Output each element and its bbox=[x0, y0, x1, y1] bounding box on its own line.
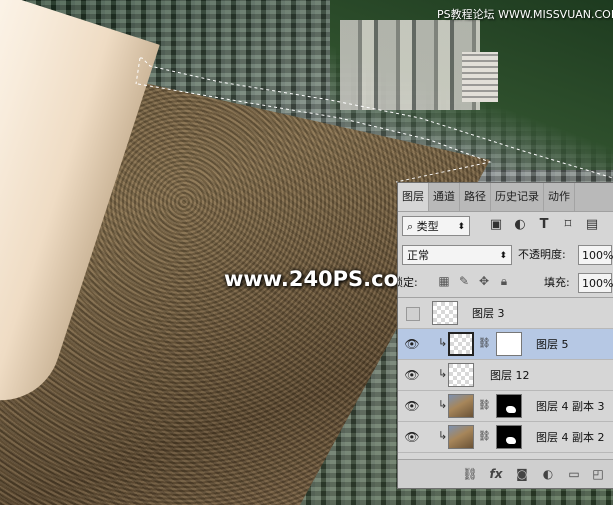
layers-list: 图层 3 👁︎ ↳ ⛓︎ 图层 5 👁︎ ↳ 图层 12 👁︎ ↳ ⛓︎ 图层 … bbox=[398, 297, 613, 456]
layer-name: 图层 5 bbox=[536, 338, 569, 351]
layer-mask-thumbnail bbox=[496, 332, 522, 356]
layer-row-selected[interactable]: 👁︎ ↳ ⛓︎ 图层 5 bbox=[398, 329, 613, 360]
layer-name: 图层 12 bbox=[490, 369, 530, 382]
tall-building bbox=[462, 52, 498, 102]
chain-link-icon[interactable]: ⛓︎ bbox=[478, 431, 491, 442]
chevron-down-icon: ⬍ bbox=[499, 251, 507, 261]
panel-tabs: 图层 通道 路径 历史记录 动作 bbox=[398, 183, 613, 212]
layer-mask-thumbnail bbox=[496, 425, 522, 449]
layer-thumbnail bbox=[432, 301, 458, 325]
layer-name: 图层 3 bbox=[472, 307, 505, 320]
adjustment-filter-icon[interactable]: ◐ bbox=[512, 217, 528, 233]
layer-row[interactable]: 👁︎ ↳ ⛓︎ 图层 4 副本 3 bbox=[398, 391, 613, 422]
eye-icon[interactable]: 👁︎ bbox=[404, 430, 420, 444]
visibility-toggle[interactable] bbox=[406, 307, 420, 321]
tab-paths[interactable]: 路径 bbox=[460, 183, 491, 211]
chain-link-icon[interactable]: ⛓︎ bbox=[478, 338, 491, 349]
layer-thumbnail bbox=[448, 363, 474, 387]
lock-all-icon[interactable]: 🔒︎ bbox=[496, 273, 512, 289]
mask-icon[interactable]: ◙ bbox=[514, 466, 530, 482]
layer-mask-thumbnail bbox=[496, 394, 522, 418]
blend-mode-select[interactable]: 正常 ⬍ bbox=[402, 245, 512, 265]
new-layer-icon[interactable]: ◰ bbox=[590, 466, 606, 482]
opacity-field[interactable]: 100% bbox=[578, 245, 613, 265]
type-filter-icon[interactable]: T bbox=[536, 217, 552, 233]
chevron-down-icon: ⬍ bbox=[457, 222, 465, 232]
clipping-arrow-icon: ↳ bbox=[438, 336, 448, 349]
lock-pixels-icon[interactable]: ✎ bbox=[456, 273, 472, 289]
adjustment-icon[interactable]: ◐ bbox=[540, 466, 556, 482]
tab-actions[interactable]: 动作 bbox=[544, 183, 575, 211]
lock-transparency-icon[interactable]: ▦ bbox=[436, 273, 452, 289]
shape-filter-icon[interactable]: ⌑ bbox=[560, 217, 576, 233]
layer-row[interactable]: 👁︎ ↳ 图层 12 bbox=[398, 360, 613, 391]
blend-opacity-row: 正常 ⬍ 不透明度: 100% bbox=[398, 243, 613, 267]
eye-icon[interactable]: 👁︎ bbox=[404, 337, 420, 351]
layer-thumbnail bbox=[448, 394, 474, 418]
search-icon: ⌕ bbox=[407, 220, 417, 233]
tab-channels[interactable]: 通道 bbox=[429, 183, 460, 211]
fx-icon[interactable]: fx bbox=[488, 466, 504, 482]
filter-row: ⌕ 类型 ⬍ ▣ ◐ T ⌑ ▤ bbox=[398, 214, 613, 238]
image-filter-icon[interactable]: ▣ bbox=[488, 217, 504, 233]
blend-mode-value: 正常 bbox=[407, 249, 429, 262]
opacity-label: 不透明度: bbox=[518, 248, 566, 261]
tab-layers[interactable]: 图层 bbox=[398, 183, 429, 211]
clipping-arrow-icon: ↳ bbox=[438, 367, 448, 380]
layer-row[interactable]: 👁︎ ↳ ⛓︎ 图层 4 副本 2 bbox=[398, 422, 613, 453]
layer-name: 图层 4 副本 3 bbox=[536, 400, 605, 413]
lock-fill-row: 锁定: ▦ ✎ ✥ 🔒︎ 填充: 100% bbox=[398, 271, 613, 295]
layer-name: 图层 4 副本 2 bbox=[536, 431, 605, 444]
tab-history[interactable]: 历史记录 bbox=[491, 183, 544, 211]
watermark-top: PS教程论坛 WWW.MISSVUAN.COM bbox=[437, 8, 613, 21]
eye-icon[interactable]: 👁︎ bbox=[404, 368, 420, 382]
folder-icon[interactable]: ▭ bbox=[566, 466, 582, 482]
smart-object-filter-icon[interactable]: ▤ bbox=[584, 217, 600, 233]
watermark-middle: www.240PS.com bbox=[224, 267, 420, 291]
link-icon[interactable]: ⛓︎ bbox=[462, 466, 478, 482]
clipping-arrow-icon: ↳ bbox=[438, 429, 448, 442]
chain-link-icon[interactable]: ⛓︎ bbox=[478, 400, 491, 411]
lock-position-icon[interactable]: ✥ bbox=[476, 273, 492, 289]
filter-kind-value: 类型 bbox=[416, 220, 439, 233]
filter-kind-select[interactable]: ⌕ 类型 ⬍ bbox=[402, 216, 470, 236]
fill-label: 填充: bbox=[544, 276, 570, 289]
fill-field[interactable]: 100% bbox=[578, 273, 613, 293]
buildings bbox=[340, 20, 480, 110]
lock-label: 锁定: bbox=[398, 276, 418, 289]
layer-row[interactable]: 图层 3 bbox=[398, 298, 613, 329]
clipping-arrow-icon: ↳ bbox=[438, 398, 448, 411]
layer-thumbnail bbox=[448, 332, 474, 356]
eye-icon[interactable]: 👁︎ bbox=[404, 399, 420, 413]
panel-footer: ⛓︎ fx ◙ ◐ ▭ ◰ bbox=[398, 459, 613, 488]
layers-panel: 图层 通道 路径 历史记录 动作 ⌕ 类型 ⬍ ▣ ◐ T ⌑ ▤ 正常 ⬍ 不… bbox=[397, 182, 613, 489]
layer-thumbnail bbox=[448, 425, 474, 449]
